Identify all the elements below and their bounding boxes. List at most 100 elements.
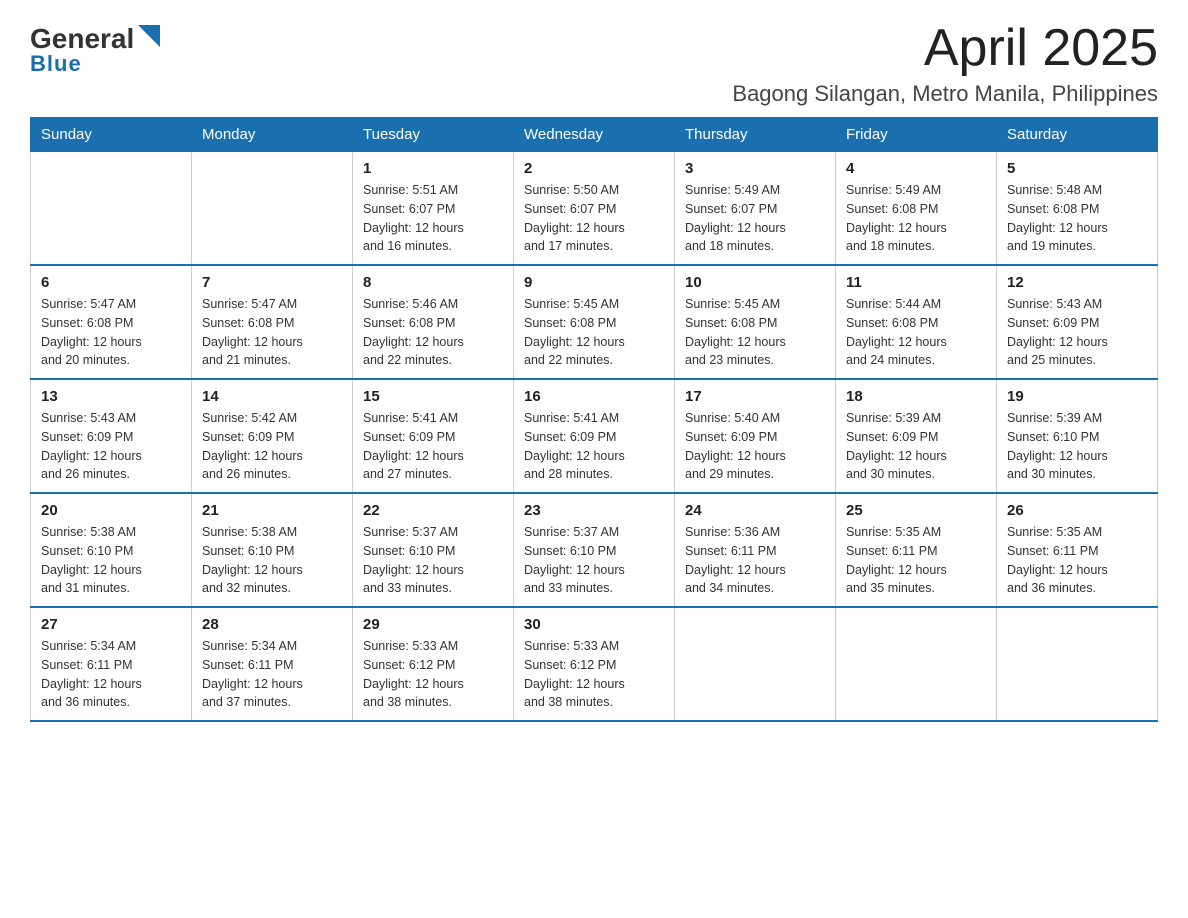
day-info: Sunrise: 5:45 AMSunset: 6:08 PMDaylight:… xyxy=(685,295,825,370)
calendar-cell: 5 Sunrise: 5:48 AMSunset: 6:08 PMDaylight… xyxy=(997,152,1158,266)
day-number: 15 xyxy=(363,388,503,405)
day-number: 25 xyxy=(846,502,986,519)
day-number: 22 xyxy=(363,502,503,519)
weekday-header-friday: Friday xyxy=(836,118,997,152)
page-header: General Blue April 2025 Bagong Silangan,… xyxy=(30,20,1158,107)
day-number: 4 xyxy=(846,160,986,177)
day-info: Sunrise: 5:47 AMSunset: 6:08 PMDaylight:… xyxy=(41,295,181,370)
day-info: Sunrise: 5:43 AMSunset: 6:09 PMDaylight:… xyxy=(1007,295,1147,370)
day-number: 28 xyxy=(202,616,342,633)
day-info: Sunrise: 5:43 AMSunset: 6:09 PMDaylight:… xyxy=(41,409,181,484)
calendar-cell: 20Sunrise: 5:38 AMSunset: 6:10 PMDayligh… xyxy=(31,493,192,607)
day-info: Sunrise: 5:35 AMSunset: 6:11 PMDaylight:… xyxy=(846,523,986,598)
day-info: Sunrise: 5:37 AMSunset: 6:10 PMDaylight:… xyxy=(363,523,503,598)
calendar-cell: 10 Sunrise: 5:45 AMSunset: 6:08 PMDayligh… xyxy=(675,265,836,379)
day-info: Sunrise: 5:35 AMSunset: 6:11 PMDaylight:… xyxy=(1007,523,1147,598)
day-info: Sunrise: 5:40 AMSunset: 6:09 PMDaylight:… xyxy=(685,409,825,484)
day-number: 13 xyxy=(41,388,181,405)
calendar-cell: 6 Sunrise: 5:47 AMSunset: 6:08 PMDaylight… xyxy=(31,265,192,379)
day-number: 12 xyxy=(1007,274,1147,291)
calendar-cell: 18Sunrise: 5:39 AMSunset: 6:09 PMDayligh… xyxy=(836,379,997,493)
calendar-cell: 9Sunrise: 5:45 AMSunset: 6:08 PMDaylight… xyxy=(514,265,675,379)
location-subtitle: Bagong Silangan, Metro Manila, Philippin… xyxy=(732,81,1158,107)
calendar-cell: 24 Sunrise: 5:36 AMSunset: 6:11 PMDayligh… xyxy=(675,493,836,607)
calendar-week-1: 1Sunrise: 5:51 AMSunset: 6:07 PMDaylight… xyxy=(31,152,1158,266)
calendar-cell: 21 Sunrise: 5:38 AMSunset: 6:10 PMDayligh… xyxy=(192,493,353,607)
calendar-cell: 29Sunrise: 5:33 AMSunset: 6:12 PMDayligh… xyxy=(353,607,514,721)
weekday-header-thursday: Thursday xyxy=(675,118,836,152)
calendar-cell: 4 Sunrise: 5:49 AMSunset: 6:08 PMDaylight… xyxy=(836,152,997,266)
day-info: Sunrise: 5:44 AMSunset: 6:08 PMDaylight:… xyxy=(846,295,986,370)
day-info: Sunrise: 5:41 AMSunset: 6:09 PMDaylight:… xyxy=(363,409,503,484)
day-number: 16 xyxy=(524,388,664,405)
day-info: Sunrise: 5:38 AMSunset: 6:10 PMDaylight:… xyxy=(41,523,181,598)
weekday-header-row: SundayMondayTuesdayWednesdayThursdayFrid… xyxy=(31,118,1158,152)
day-number: 19 xyxy=(1007,388,1147,405)
calendar-cell: 15 Sunrise: 5:41 AMSunset: 6:09 PMDayligh… xyxy=(353,379,514,493)
day-number: 26 xyxy=(1007,502,1147,519)
calendar-cell: 8 Sunrise: 5:46 AMSunset: 6:08 PMDaylight… xyxy=(353,265,514,379)
day-number: 21 xyxy=(202,502,342,519)
day-info: Sunrise: 5:49 AMSunset: 6:07 PMDaylight:… xyxy=(685,181,825,256)
calendar-cell: 22 Sunrise: 5:37 AMSunset: 6:10 PMDayligh… xyxy=(353,493,514,607)
day-number: 5 xyxy=(1007,160,1147,177)
day-info: Sunrise: 5:46 AMSunset: 6:08 PMDaylight:… xyxy=(363,295,503,370)
weekday-header-saturday: Saturday xyxy=(997,118,1158,152)
calendar-cell xyxy=(192,152,353,266)
calendar-cell xyxy=(836,607,997,721)
weekday-header-tuesday: Tuesday xyxy=(353,118,514,152)
calendar-cell xyxy=(675,607,836,721)
day-info: Sunrise: 5:33 AMSunset: 6:12 PMDaylight:… xyxy=(363,637,503,712)
day-number: 24 xyxy=(685,502,825,519)
day-info: Sunrise: 5:42 AMSunset: 6:09 PMDaylight:… xyxy=(202,409,342,484)
day-number: 2 xyxy=(524,160,664,177)
day-number: 18 xyxy=(846,388,986,405)
calendar-cell: 23 Sunrise: 5:37 AMSunset: 6:10 PMDayligh… xyxy=(514,493,675,607)
day-info: Sunrise: 5:50 AMSunset: 6:07 PMDaylight:… xyxy=(524,181,664,256)
day-number: 30 xyxy=(524,616,664,633)
calendar-week-3: 13 Sunrise: 5:43 AMSunset: 6:09 PMDayligh… xyxy=(31,379,1158,493)
calendar-week-4: 20Sunrise: 5:38 AMSunset: 6:10 PMDayligh… xyxy=(31,493,1158,607)
weekday-header-monday: Monday xyxy=(192,118,353,152)
calendar-cell xyxy=(997,607,1158,721)
calendar-cell: 28Sunrise: 5:34 AMSunset: 6:11 PMDayligh… xyxy=(192,607,353,721)
day-number: 10 xyxy=(685,274,825,291)
calendar-cell: 3Sunrise: 5:49 AMSunset: 6:07 PMDaylight… xyxy=(675,152,836,266)
calendar-table: SundayMondayTuesdayWednesdayThursdayFrid… xyxy=(30,117,1158,722)
day-info: Sunrise: 5:39 AMSunset: 6:10 PMDaylight:… xyxy=(1007,409,1147,484)
calendar-body: 1Sunrise: 5:51 AMSunset: 6:07 PMDaylight… xyxy=(31,152,1158,722)
day-info: Sunrise: 5:47 AMSunset: 6:08 PMDaylight:… xyxy=(202,295,342,370)
day-number: 6 xyxy=(41,274,181,291)
calendar-cell: 14 Sunrise: 5:42 AMSunset: 6:09 PMDayligh… xyxy=(192,379,353,493)
calendar-cell: 2 Sunrise: 5:50 AMSunset: 6:07 PMDaylight… xyxy=(514,152,675,266)
calendar-header: SundayMondayTuesdayWednesdayThursdayFrid… xyxy=(31,118,1158,152)
day-info: Sunrise: 5:33 AMSunset: 6:12 PMDaylight:… xyxy=(524,637,664,712)
month-year-title: April 2025 xyxy=(732,20,1158,77)
calendar-week-2: 6 Sunrise: 5:47 AMSunset: 6:08 PMDaylight… xyxy=(31,265,1158,379)
day-info: Sunrise: 5:45 AMSunset: 6:08 PMDaylight:… xyxy=(524,295,664,370)
logo: General Blue xyxy=(30,20,160,77)
calendar-cell: 25 Sunrise: 5:35 AMSunset: 6:11 PMDayligh… xyxy=(836,493,997,607)
day-info: Sunrise: 5:38 AMSunset: 6:10 PMDaylight:… xyxy=(202,523,342,598)
day-number: 8 xyxy=(363,274,503,291)
title-section: April 2025 Bagong Silangan, Metro Manila… xyxy=(732,20,1158,107)
calendar-cell: 17Sunrise: 5:40 AMSunset: 6:09 PMDayligh… xyxy=(675,379,836,493)
day-info: Sunrise: 5:37 AMSunset: 6:10 PMDaylight:… xyxy=(524,523,664,598)
calendar-cell: 11 Sunrise: 5:44 AMSunset: 6:08 PMDayligh… xyxy=(836,265,997,379)
calendar-cell: 16 Sunrise: 5:41 AMSunset: 6:09 PMDayligh… xyxy=(514,379,675,493)
day-number: 11 xyxy=(846,274,986,291)
day-info: Sunrise: 5:41 AMSunset: 6:09 PMDaylight:… xyxy=(524,409,664,484)
day-number: 1 xyxy=(363,160,503,177)
day-info: Sunrise: 5:49 AMSunset: 6:08 PMDaylight:… xyxy=(846,181,986,256)
logo-text-blue: Blue xyxy=(30,51,82,77)
logo-text-general: General xyxy=(30,25,134,53)
logo-arrow-icon xyxy=(138,25,160,47)
weekday-header-wednesday: Wednesday xyxy=(514,118,675,152)
day-number: 7 xyxy=(202,274,342,291)
day-number: 23 xyxy=(524,502,664,519)
calendar-cell: 13 Sunrise: 5:43 AMSunset: 6:09 PMDayligh… xyxy=(31,379,192,493)
day-info: Sunrise: 5:48 AMSunset: 6:08 PMDaylight:… xyxy=(1007,181,1147,256)
day-info: Sunrise: 5:36 AMSunset: 6:11 PMDaylight:… xyxy=(685,523,825,598)
calendar-cell: 19 Sunrise: 5:39 AMSunset: 6:10 PMDayligh… xyxy=(997,379,1158,493)
day-number: 14 xyxy=(202,388,342,405)
